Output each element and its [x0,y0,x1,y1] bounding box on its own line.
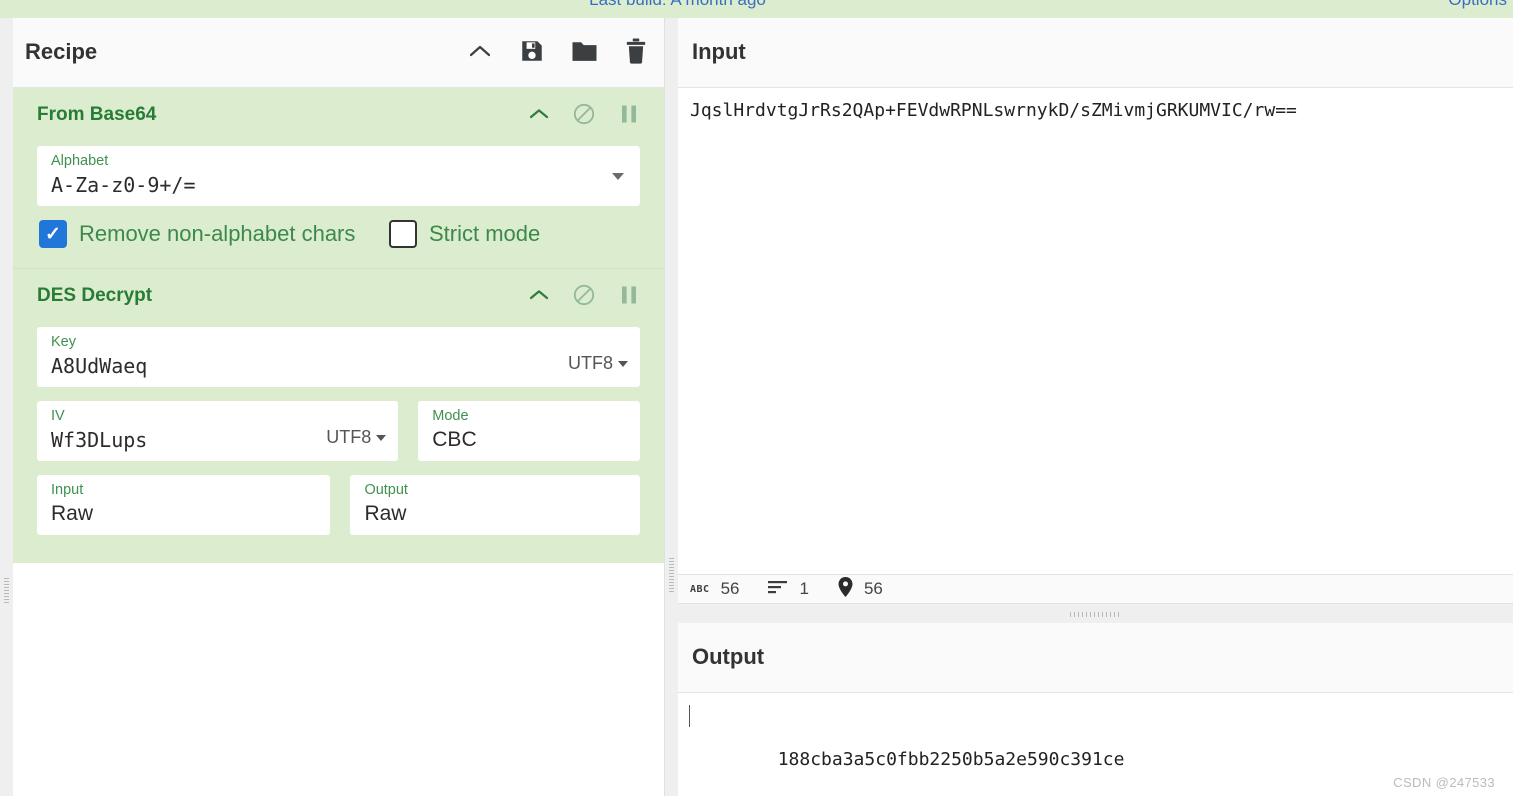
chevron-down-icon [376,434,387,441]
disable-icon[interactable] [571,99,597,129]
input-format-select[interactable]: Input Raw [37,475,331,535]
input-length-value: 56 [720,579,740,598]
input-position-status: 56 [838,576,883,602]
field-label: Mode [432,408,469,424]
encoding-label: UTF8 [326,427,372,447]
recipe-controls [466,34,650,68]
input-textarea[interactable]: JqslHrdvtgJrRs2QAp+FEVdwRPNLswrnykD/sZMi… [678,88,1513,574]
operation-controls [526,99,642,129]
field-label: Output [364,482,408,498]
operation-from-base64[interactable]: From Base64 Alphabet A-Za-z0-9+/= ✓ Remo… [13,88,664,268]
output-header: Output [678,623,1513,693]
operation-controls [526,280,642,310]
field-value: A-Za-z0-9+/= [51,173,196,197]
field-label: Input [51,482,84,498]
output-value: 188cba3a5c0fbb2250b5a2e590c391ce [777,749,1125,770]
input-output-field-row: Input Raw Output Raw [13,475,664,535]
recipe-operations-list: From Base64 Alphabet A-Za-z0-9+/= ✓ Remo… [13,88,664,563]
checkbox-label: Strict mode [429,221,541,246]
field-value: Raw [364,502,407,525]
disable-icon[interactable] [571,280,597,310]
breakpoint-pause-icon[interactable] [616,99,642,129]
field-value: Raw [51,502,94,525]
chevron-down-icon[interactable] [612,173,624,180]
trash-icon[interactable] [622,34,650,68]
input-lines-value: 1 [799,579,809,598]
operation-header: DES Decrypt [13,269,664,327]
operation-des-decrypt[interactable]: DES Decrypt Key A8UdWaeq UTF8 IV Wf3DLup… [13,268,664,563]
base64-checkbox-row: ✓ Remove non-alphabet chars Strict mode [15,220,664,248]
input-status-bar: ABC 56 1 56 [678,574,1513,604]
operation-header: From Base64 [13,88,664,146]
strict-mode-checkbox[interactable]: Strict mode [389,220,540,248]
encoding-label: UTF8 [568,353,613,373]
output-textarea[interactable]: 188cba3a5c0fbb2250b5a2e590c391ce [678,693,1513,796]
input-title: Input [692,39,746,64]
save-icon[interactable] [518,34,546,68]
input-panel: Input JqslHrdvtgJrRs2QAp+FEVdwRPNLswrnyk… [678,18,1513,574]
mode-select[interactable]: Mode CBC [418,401,640,461]
key-field[interactable]: Key A8UdWaeq UTF8 [37,327,640,387]
checkbox-box[interactable]: ✓ [39,220,67,248]
chevron-down-icon [618,360,628,367]
output-title: Output [692,644,765,669]
key-field-row: Key A8UdWaeq UTF8 [13,327,664,387]
watermark: CSDN @247533 [1393,775,1495,790]
resize-grip [669,558,674,592]
options-link[interactable]: Options [1448,0,1507,10]
input-lines-status: 1 [768,579,809,599]
left-gutter [0,18,13,796]
map-pin-icon [838,576,853,602]
io-column: Input JqslHrdvtgJrRs2QAp+FEVdwRPNLswrnyk… [666,18,1513,796]
last-build-label: Last build: A month ago [0,0,1355,10]
field-label: IV [51,408,65,424]
breakpoint-pause-icon[interactable] [616,280,642,310]
checkbox-label: Remove non-alphabet chars [79,221,356,246]
recipe-header: Recipe [13,18,664,88]
collapse-icon[interactable] [526,99,552,129]
cyberchef-window: Last build: A month ago Options Recipe [0,0,1513,796]
checkbox-box[interactable] [389,220,417,248]
alphabet-field-row: Alphabet A-Za-z0-9+/= [13,146,664,206]
remove-non-alphabet-chars-checkbox[interactable]: ✓ Remove non-alphabet chars [39,220,389,248]
input-header: Input [678,18,1513,88]
iv-field[interactable]: IV Wf3DLups UTF8 [37,401,399,461]
field-label: Key [51,334,76,350]
recipe-panel: Recipe From Base64 Alphabet A-Za-z0-9+/=… [13,18,665,796]
io-panel-resize-handle[interactable] [666,18,678,796]
field-value: A8UdWaeq [51,354,148,378]
iv-encoding-dropdown[interactable]: UTF8 [326,427,387,448]
collapse-icon[interactable] [526,280,552,310]
recipe-panel-resize-handle[interactable] [4,578,9,604]
collapse-icon[interactable] [466,34,494,68]
field-label: Alphabet [51,153,109,169]
check-icon: ✓ [45,223,61,245]
operation-title: DES Decrypt [37,285,153,306]
output-panel: Output 188cba3a5c0fbb2250b5a2e590c391ce [678,623,1513,796]
input-position-value: 56 [863,579,883,598]
key-encoding-dropdown[interactable]: UTF8 [568,353,628,374]
abc-icon: ABC [690,583,710,595]
iv-mode-field-row: IV Wf3DLups UTF8 Mode CBC [13,401,664,461]
alphabet-select[interactable]: Alphabet A-Za-z0-9+/= [37,146,640,206]
output-format-select[interactable]: Output Raw [350,475,640,535]
input-output-splitter[interactable] [678,605,1513,623]
folder-icon[interactable] [570,34,598,68]
resize-grip [1069,612,1122,617]
page-title: Recipe [25,39,98,64]
lines-icon [768,580,788,599]
operation-title: From Base64 [37,104,157,125]
text-cursor [689,705,690,727]
field-value: CBC [432,428,477,451]
input-length-status: ABC 56 [690,579,739,599]
top-banner: Last build: A month ago Options [0,0,1513,18]
